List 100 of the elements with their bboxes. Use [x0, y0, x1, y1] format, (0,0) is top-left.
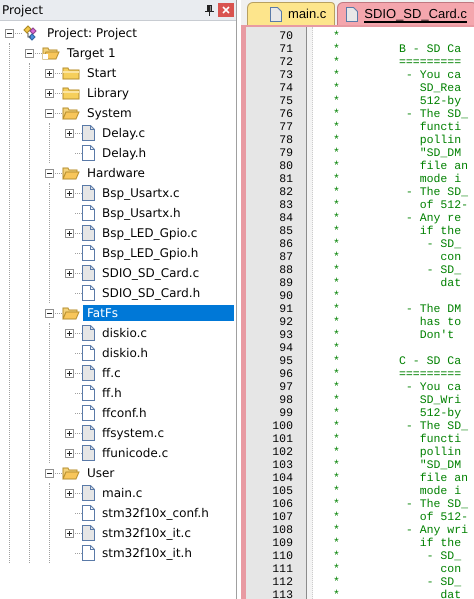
open-folder-icon: [62, 466, 80, 480]
line-number: 89: [278, 277, 294, 290]
expand-icon[interactable]: [65, 188, 74, 198]
code-text: - You ca: [404, 69, 462, 82]
tree-item[interactable]: diskio.c: [98, 325, 152, 341]
open-folder-icon: [42, 46, 60, 60]
tree-item[interactable]: Target 1: [63, 45, 120, 61]
line-number: 73: [278, 69, 294, 82]
code-text: mode i: [418, 173, 462, 186]
comment-mark: *: [332, 56, 341, 69]
line-number: 87: [278, 251, 294, 264]
comment-mark: *: [332, 472, 341, 485]
tree-item[interactable]: ffconf.h: [98, 405, 151, 421]
code-text: - SD_: [426, 264, 462, 277]
code-text: dat: [439, 277, 462, 290]
tree-item[interactable]: SDIO_SD_Card.c: [98, 265, 204, 281]
tree-item[interactable]: diskio.h: [98, 345, 152, 361]
tree-item[interactable]: Project: Project: [43, 25, 141, 41]
tree-item[interactable]: ffsystem.c: [98, 425, 168, 441]
expand-icon[interactable]: [65, 448, 74, 458]
line-number: 97: [278, 381, 294, 394]
tree-item[interactable]: FatFs: [83, 305, 234, 321]
code-text: if the: [418, 225, 462, 238]
file-tab[interactable]: main.c: [247, 2, 336, 25]
code-text: 512-by: [418, 407, 462, 420]
line-number: 100: [271, 420, 294, 433]
tree-item[interactable]: SDIO_SD_Card.h: [98, 285, 204, 301]
tree-item[interactable]: Hardware: [83, 165, 149, 181]
comment-mark: *: [332, 69, 341, 82]
pin-icon[interactable]: [205, 4, 214, 16]
comment-mark: *: [332, 264, 341, 277]
tree-item[interactable]: ff.c: [98, 365, 125, 381]
expand-icon[interactable]: [65, 328, 74, 338]
tree-item[interactable]: Bsp_LED_Gpio.h: [98, 245, 202, 261]
comment-mark: *: [332, 433, 341, 446]
tree-item[interactable]: stm32f10x_it.h: [98, 545, 196, 561]
collapse-icon[interactable]: [45, 168, 54, 178]
expand-icon[interactable]: [65, 428, 74, 438]
comment-mark: *: [332, 485, 341, 498]
line-number: 112: [271, 576, 294, 589]
expand-icon[interactable]: [45, 68, 54, 78]
line-number: 101: [271, 433, 294, 446]
tree-item[interactable]: User: [83, 465, 118, 481]
line-number: 85: [278, 225, 294, 238]
file-tab[interactable]: SDIO_SD_Card.c: [337, 2, 474, 25]
collapse-icon[interactable]: [5, 28, 14, 38]
tree-item[interactable]: Bsp_Usartx.c: [98, 185, 184, 201]
expand-icon[interactable]: [65, 368, 74, 378]
tree-item[interactable]: Bsp_Usartx.h: [98, 205, 185, 221]
code-text: con: [439, 563, 462, 576]
expand-icon[interactable]: [65, 128, 74, 138]
tree-item[interactable]: ffunicode.c: [98, 445, 172, 461]
code-text: =========: [399, 368, 462, 381]
line-number: 86: [278, 238, 294, 251]
tree-item[interactable]: ff.h: [98, 385, 126, 401]
collapse-icon[interactable]: [45, 308, 54, 318]
line-number: 76: [278, 108, 294, 121]
file-icon: [82, 185, 95, 201]
expand-icon[interactable]: [65, 228, 74, 238]
line-number: 111: [271, 563, 294, 576]
tree-item[interactable]: Bsp_LED_Gpio.c: [98, 225, 202, 241]
code-text: =========: [399, 56, 462, 69]
line-number: 105: [271, 485, 294, 498]
file-icon: [82, 345, 95, 361]
comment-mark: *: [332, 381, 341, 394]
tree-item[interactable]: System: [83, 105, 136, 121]
line-number: 81: [278, 173, 294, 186]
expand-icon[interactable]: [45, 88, 54, 98]
comment-mark: *: [332, 498, 341, 511]
line-number: 102: [271, 446, 294, 459]
collapse-icon[interactable]: [25, 48, 34, 58]
comment-mark: *: [332, 186, 341, 199]
code-text: "SD_DM: [418, 459, 462, 472]
expand-icon[interactable]: [65, 488, 74, 498]
open-folder-icon: [62, 106, 80, 120]
comment-mark: *: [332, 121, 341, 134]
tree-item[interactable]: main.c: [98, 485, 146, 501]
close-button[interactable]: [218, 3, 234, 17]
code-text: 512-by: [418, 95, 462, 108]
tree-item[interactable]: stm32f10x_conf.h: [98, 505, 213, 521]
comment-mark: *: [332, 43, 341, 56]
tree-item[interactable]: Delay.c: [98, 125, 150, 141]
tree-item[interactable]: stm32f10x_it.c: [98, 525, 195, 541]
expand-icon[interactable]: [65, 528, 74, 538]
tree-item[interactable]: Library: [83, 85, 133, 101]
file-icon: [82, 425, 95, 441]
collapse-icon[interactable]: [45, 108, 54, 118]
tree-item[interactable]: Start: [83, 65, 120, 81]
code-text: Don't: [418, 329, 454, 342]
file-icon: [82, 545, 95, 561]
expand-icon[interactable]: [65, 268, 74, 278]
comment-mark: *: [332, 134, 341, 147]
collapse-icon[interactable]: [45, 468, 54, 478]
code-text: SD_Rea: [418, 82, 462, 95]
line-number: 95: [278, 355, 294, 368]
line-number: 83: [278, 199, 294, 212]
code-text: mode i: [418, 485, 462, 498]
tree-item[interactable]: Delay.h: [98, 145, 150, 161]
file-icon: [82, 365, 95, 381]
comment-mark: *: [332, 225, 341, 238]
